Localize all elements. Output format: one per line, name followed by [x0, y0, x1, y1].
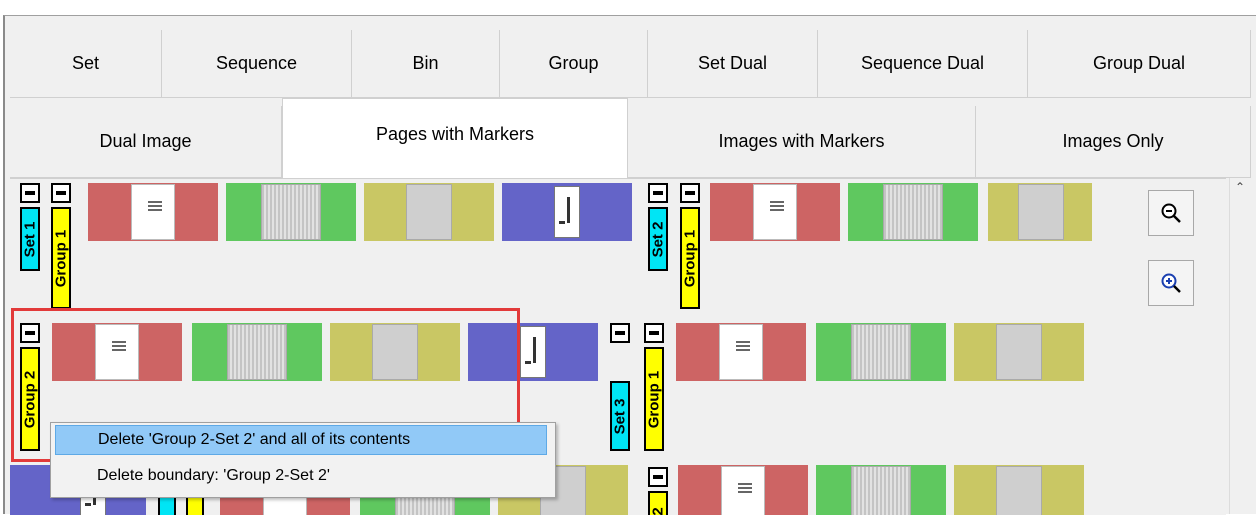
page-thumbnail[interactable]	[954, 323, 1084, 381]
page-thumbnail[interactable]	[364, 183, 494, 241]
tab-group-dual[interactable]: Group Dual	[1028, 30, 1251, 98]
set-marker[interactable]: Set 3	[610, 323, 630, 455]
tab-images-only[interactable]: Images Only	[976, 106, 1251, 178]
tab-images-with-markers[interactable]: Images with Markers	[628, 106, 976, 178]
group-marker-label: Group 1	[645, 370, 663, 428]
tab-group[interactable]: Group	[500, 30, 648, 98]
group-marker-label: Group 1	[52, 229, 70, 287]
group-marker[interactable]: Group 1	[644, 323, 664, 455]
group-marker[interactable]: Group 1	[51, 183, 71, 313]
context-menu-item-delete-boundary[interactable]: Delete boundary: 'Group 2-Set 2'	[55, 461, 547, 491]
collapse-icon[interactable]	[610, 323, 630, 343]
set-marker[interactable]: Set 2	[648, 183, 668, 291]
page-thumbnail[interactable]	[816, 465, 946, 515]
page-thumbnail[interactable]	[678, 465, 808, 515]
tab-sequence-dual[interactable]: Sequence Dual	[818, 30, 1028, 98]
page-thumbnail[interactable]	[988, 183, 1092, 241]
scanner-image-icon	[554, 186, 580, 238]
set-marker-label: Set 2	[649, 221, 667, 257]
collapse-icon[interactable]	[648, 183, 668, 203]
page-thumbnail[interactable]	[502, 183, 632, 241]
zoom-out-icon	[1161, 203, 1181, 223]
context-menu-item-delete-with-contents[interactable]: Delete 'Group 2-Set 2' and all of its co…	[55, 425, 547, 455]
page-thumbnail[interactable]	[954, 465, 1084, 515]
scanned-image-icon	[1018, 184, 1064, 240]
scanned-image-icon	[851, 466, 911, 515]
scanner-image-icon	[520, 326, 546, 378]
scanned-image-icon	[406, 184, 452, 240]
tab-set[interactable]: Set	[10, 30, 162, 98]
page-thumbnail[interactable]	[88, 183, 218, 241]
page-thumbnail[interactable]	[676, 323, 806, 381]
collapse-icon[interactable]	[20, 183, 40, 203]
group-marker[interactable]: 2	[648, 467, 668, 515]
zoom-in-icon	[1161, 273, 1181, 293]
scanned-image-icon	[851, 324, 911, 380]
tab-dual-image[interactable]: Dual Image	[10, 106, 282, 178]
tab-bin[interactable]: Bin	[352, 30, 500, 98]
set-marker[interactable]: Set 1	[20, 183, 40, 291]
document-page-icon	[131, 184, 175, 240]
chevron-up-icon[interactable]: ⌃	[1235, 180, 1245, 194]
tab-set-dual[interactable]: Set Dual	[648, 30, 818, 98]
scanned-image-icon	[883, 184, 943, 240]
collapse-icon[interactable]	[644, 323, 664, 343]
scanned-image-icon	[261, 184, 321, 240]
group-marker-label: Group 1	[681, 229, 699, 287]
document-page-icon	[753, 184, 797, 240]
page-thumbnail[interactable]	[816, 323, 946, 381]
scanned-image-icon	[996, 466, 1042, 515]
tab-pages-with-markers-label: Pages with Markers	[375, 123, 535, 144]
tab-pages-with-markers[interactable]: Pages with Markers	[282, 98, 628, 179]
tab-sequence[interactable]: Sequence	[162, 30, 352, 98]
vertical-scrollbar[interactable]: ⌃	[1229, 178, 1252, 514]
document-page-icon	[721, 466, 765, 515]
collapse-icon[interactable]	[51, 183, 71, 203]
page-thumbnail[interactable]	[710, 183, 840, 241]
collapse-icon[interactable]	[648, 467, 668, 487]
zoom-out-button[interactable]	[1148, 190, 1194, 236]
scanned-image-icon	[996, 324, 1042, 380]
set-marker-label: Set 3	[611, 398, 629, 434]
group-marker[interactable]: Group 1	[680, 183, 700, 313]
set-marker-label: Set 1	[21, 221, 39, 257]
collapse-icon[interactable]	[680, 183, 700, 203]
zoom-in-button[interactable]	[1148, 260, 1194, 306]
document-page-icon	[719, 324, 763, 380]
context-menu[interactable]: Delete 'Group 2-Set 2' and all of its co…	[50, 422, 556, 498]
page-thumbnail[interactable]	[226, 183, 356, 241]
page-thumbnail[interactable]	[848, 183, 978, 241]
